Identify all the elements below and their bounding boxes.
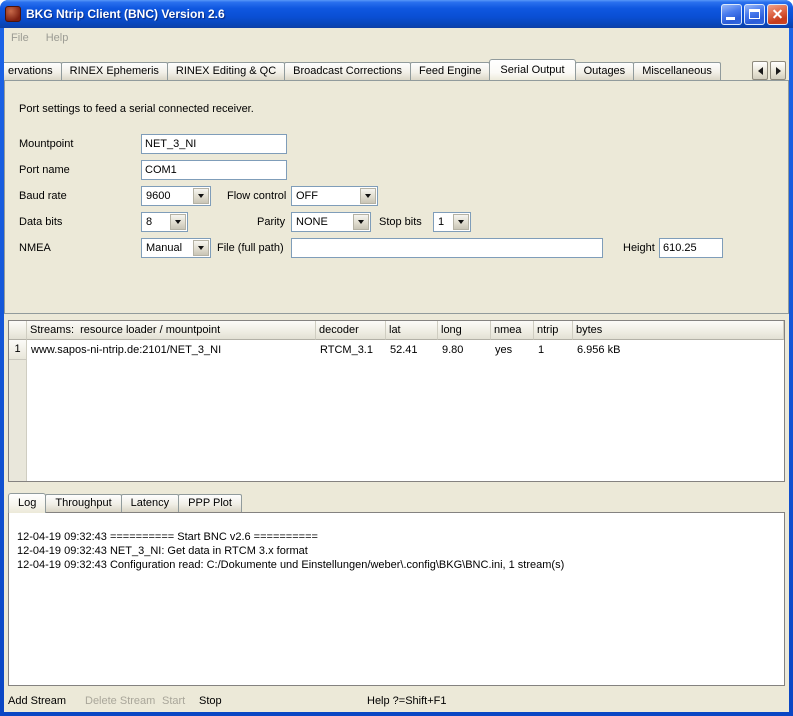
col-header-mountpoint[interactable]: Streams: resource loader / mountpoint bbox=[27, 321, 316, 340]
flow-control-value: OFF bbox=[296, 188, 318, 205]
stop-bits-value: 1 bbox=[438, 214, 444, 231]
window-title: BKG Ntrip Client (BNC) Version 2.6 bbox=[26, 7, 721, 21]
log-line: 12-04-19 09:32:43 NET_3_NI: Get data in … bbox=[17, 544, 778, 558]
log-line: 12-04-19 09:32:43 Configuration read: C:… bbox=[17, 558, 778, 572]
tab-outages[interactable]: Outages bbox=[575, 62, 635, 80]
parity-label: Parity bbox=[257, 212, 285, 232]
tab-latency[interactable]: Latency bbox=[121, 494, 180, 512]
baud-rate-label: Baud rate bbox=[19, 186, 67, 206]
tab-ppp-plot[interactable]: PPP Plot bbox=[178, 494, 242, 512]
row-header[interactable]: 1 bbox=[9, 340, 27, 360]
flow-control-select[interactable]: OFF bbox=[291, 186, 378, 206]
parity-select[interactable]: NONE bbox=[291, 212, 371, 232]
help-label: Help ?=Shift+F1 bbox=[367, 694, 447, 708]
right-arrow-icon bbox=[776, 67, 781, 75]
data-bits-label: Data bits bbox=[19, 212, 62, 232]
bottom-tab-bar: Log Throughput Latency PPP Plot bbox=[8, 492, 242, 512]
tab-scroll-right-button[interactable] bbox=[770, 61, 786, 80]
log-output[interactable]: 12-04-19 09:32:43 ========== Start BNC v… bbox=[8, 512, 785, 686]
col-header-lat[interactable]: lat bbox=[386, 321, 438, 340]
stop-bits-select[interactable]: 1 bbox=[433, 212, 471, 232]
height-input[interactable] bbox=[659, 238, 723, 258]
cell-ntrip[interactable]: 1 bbox=[534, 340, 573, 360]
streams-table: Streams: resource loader / mountpoint de… bbox=[8, 320, 785, 482]
table-empty-area bbox=[9, 360, 784, 481]
chevron-down-icon[interactable] bbox=[193, 188, 209, 204]
close-button[interactable] bbox=[767, 4, 788, 25]
chevron-down-icon[interactable] bbox=[193, 240, 209, 256]
cell-long[interactable]: 9.80 bbox=[438, 340, 491, 360]
menubar: File Help bbox=[4, 28, 789, 48]
panel-description: Port settings to feed a serial connected… bbox=[19, 103, 254, 115]
tab-rinex-ephemeris[interactable]: RINEX Ephemeris bbox=[61, 62, 168, 80]
chevron-down-icon[interactable] bbox=[353, 214, 369, 230]
titlebar[interactable]: BKG Ntrip Client (BNC) Version 2.6 bbox=[0, 0, 793, 28]
serial-output-panel: Port settings to feed a serial connected… bbox=[4, 80, 789, 314]
file-path-input[interactable] bbox=[291, 238, 603, 258]
height-label: Height bbox=[623, 238, 655, 258]
log-line: 12-04-19 09:32:43 ========== Start BNC v… bbox=[17, 530, 778, 544]
footer-bar: Add Stream Delete Stream Start Stop Help… bbox=[4, 688, 789, 712]
maximize-icon bbox=[749, 9, 760, 19]
menu-help[interactable]: Help bbox=[46, 32, 69, 44]
add-stream-button[interactable]: Add Stream bbox=[8, 694, 66, 708]
cell-nmea[interactable]: yes bbox=[491, 340, 534, 360]
tab-feed-engine[interactable]: Feed Engine bbox=[410, 62, 490, 80]
app-window: BKG Ntrip Client (BNC) Version 2.6 File … bbox=[0, 0, 793, 716]
delete-stream-button[interactable]: Delete Stream bbox=[85, 694, 155, 708]
chevron-down-icon[interactable] bbox=[360, 188, 376, 204]
maximize-button[interactable] bbox=[744, 4, 765, 25]
client-area: File Help ervations RINEX Ephemeris RINE… bbox=[4, 28, 789, 712]
tab-broadcast-corrections[interactable]: Broadcast Corrections bbox=[284, 62, 411, 80]
table-row[interactable]: 1 www.sapos-ni-ntrip.de:2101/NET_3_NI RT… bbox=[9, 340, 784, 360]
mountpoint-label: Mountpoint bbox=[19, 134, 73, 154]
chevron-down-icon[interactable] bbox=[453, 214, 469, 230]
app-icon bbox=[5, 6, 21, 22]
nmea-value: Manual bbox=[146, 240, 182, 257]
tab-miscellaneous[interactable]: Miscellaneous bbox=[633, 62, 721, 80]
tab-throughput[interactable]: Throughput bbox=[45, 494, 121, 512]
cell-decoder[interactable]: RTCM_3.1 bbox=[316, 340, 386, 360]
port-name-label: Port name bbox=[19, 160, 70, 180]
col-header-decoder[interactable]: decoder bbox=[316, 321, 386, 340]
col-header-ntrip[interactable]: ntrip bbox=[534, 321, 573, 340]
baud-rate-select[interactable]: 9600 bbox=[141, 186, 211, 206]
cell-lat[interactable]: 52.41 bbox=[386, 340, 438, 360]
nmea-label: NMEA bbox=[19, 238, 51, 258]
flow-control-label: Flow control bbox=[227, 186, 286, 206]
data-bits-value: 8 bbox=[146, 214, 152, 231]
stop-bits-label: Stop bits bbox=[379, 212, 422, 232]
tab-observations[interactable]: ervations bbox=[4, 62, 62, 80]
mountpoint-input[interactable] bbox=[141, 134, 287, 154]
col-header-nmea[interactable]: nmea bbox=[491, 321, 534, 340]
minimize-icon bbox=[726, 17, 735, 20]
window-controls bbox=[721, 4, 788, 25]
parity-value: NONE bbox=[296, 214, 328, 231]
stop-button[interactable]: Stop bbox=[199, 694, 222, 708]
tab-serial-output[interactable]: Serial Output bbox=[489, 59, 575, 80]
tab-log[interactable]: Log bbox=[8, 493, 46, 513]
row-header-gutter bbox=[9, 360, 27, 481]
data-bits-select[interactable]: 8 bbox=[141, 212, 188, 232]
cell-mountpoint[interactable]: www.sapos-ni-ntrip.de:2101/NET_3_NI bbox=[27, 340, 316, 360]
minimize-button[interactable] bbox=[721, 4, 742, 25]
menu-file[interactable]: File bbox=[11, 32, 29, 44]
tab-bar: ervations RINEX Ephemeris RINEX Editing … bbox=[4, 58, 789, 80]
tab-rinex-editing-qc[interactable]: RINEX Editing & QC bbox=[167, 62, 285, 80]
baud-rate-value: 9600 bbox=[146, 188, 170, 205]
port-name-input[interactable] bbox=[141, 160, 287, 180]
streams-table-header: Streams: resource loader / mountpoint de… bbox=[9, 321, 784, 340]
table-corner bbox=[9, 321, 27, 340]
tab-scroll-buttons bbox=[752, 61, 786, 711]
file-path-label: File (full path) bbox=[217, 238, 284, 258]
nmea-select[interactable]: Manual bbox=[141, 238, 211, 258]
left-arrow-icon bbox=[758, 67, 763, 75]
tab-scroll-left-button[interactable] bbox=[752, 61, 768, 80]
col-header-long[interactable]: long bbox=[438, 321, 491, 340]
chevron-down-icon[interactable] bbox=[170, 214, 186, 230]
start-button[interactable]: Start bbox=[162, 694, 185, 708]
